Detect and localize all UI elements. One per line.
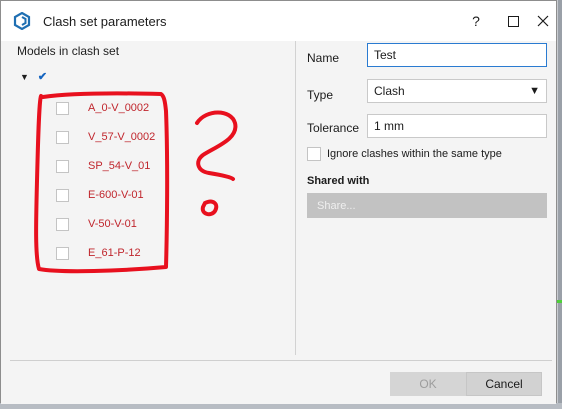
panel-divider (295, 41, 296, 355)
tolerance-label: Tolerance (307, 121, 360, 135)
ok-button[interactable]: OK (390, 372, 466, 396)
dialog-title: Clash set parameters (43, 14, 167, 29)
help-button[interactable]: ? (466, 11, 486, 31)
select-all-checkbox[interactable]: ✔ (37, 71, 48, 83)
ignore-same-type-checkbox[interactable] (307, 147, 321, 161)
model-checkbox[interactable] (56, 130, 69, 144)
type-label: Type (307, 88, 334, 102)
maximize-button[interactable] (503, 11, 523, 31)
dialog-content: Models in clash set ▼ ✔ A_0-V_0002 V_57-… (1, 41, 556, 404)
model-item[interactable]: E-600-V-01 (56, 186, 144, 204)
model-label: A_0-V_0002 (88, 102, 150, 114)
close-icon (537, 15, 549, 27)
type-select[interactable]: Clash ▼ (367, 79, 547, 103)
type-select-value: Clash (374, 84, 405, 98)
app-logo-icon (13, 12, 31, 30)
name-label: Name (307, 51, 340, 65)
model-checkbox[interactable] (56, 101, 69, 115)
model-label: V-50-V-01 (88, 218, 137, 230)
model-item[interactable]: A_0-V_0002 (56, 99, 149, 117)
cancel-button[interactable]: Cancel (466, 372, 542, 396)
tolerance-input[interactable] (367, 114, 547, 138)
model-label: E-600-V-01 (88, 189, 144, 201)
name-input[interactable] (367, 43, 547, 67)
maximize-icon (507, 15, 519, 27)
model-item[interactable]: V_57-V_0002 (56, 128, 155, 146)
model-item[interactable]: V-50-V-01 (56, 215, 137, 233)
close-button[interactable] (533, 11, 553, 31)
background-model-edge (557, 300, 562, 303)
model-label: V_57-V_0002 (88, 131, 156, 143)
footer-divider (10, 360, 552, 361)
shared-with-label: Shared with (307, 175, 370, 187)
chevron-down-icon: ▼ (529, 85, 540, 97)
share-button[interactable]: Share... (307, 193, 547, 218)
title-bar: Clash set parameters ? (1, 1, 556, 41)
help-icon: ? (472, 13, 480, 29)
ignore-same-type-label: Ignore clashes within the same type (327, 148, 502, 160)
model-checkbox[interactable] (56, 188, 69, 202)
model-checkbox[interactable] (56, 217, 69, 231)
model-item[interactable]: E_61-P-12 (56, 244, 141, 262)
model-checkbox[interactable] (56, 159, 69, 173)
model-label: E_61-P-12 (88, 247, 141, 259)
models-tree-root: ▼ ✔ (20, 71, 48, 83)
ignore-same-type-option[interactable]: Ignore clashes within the same type (307, 147, 502, 161)
model-checkbox[interactable] (56, 246, 69, 260)
model-label: SP_54-V_01 (88, 160, 151, 172)
clash-set-parameters-dialog: Clash set parameters ? Models in clash s… (0, 0, 557, 404)
background-canvas-right (558, 0, 562, 409)
model-item[interactable]: SP_54-V_01 (56, 157, 150, 175)
collapse-arrow-icon[interactable]: ▼ (20, 72, 29, 82)
models-header: Models in clash set (17, 44, 120, 58)
